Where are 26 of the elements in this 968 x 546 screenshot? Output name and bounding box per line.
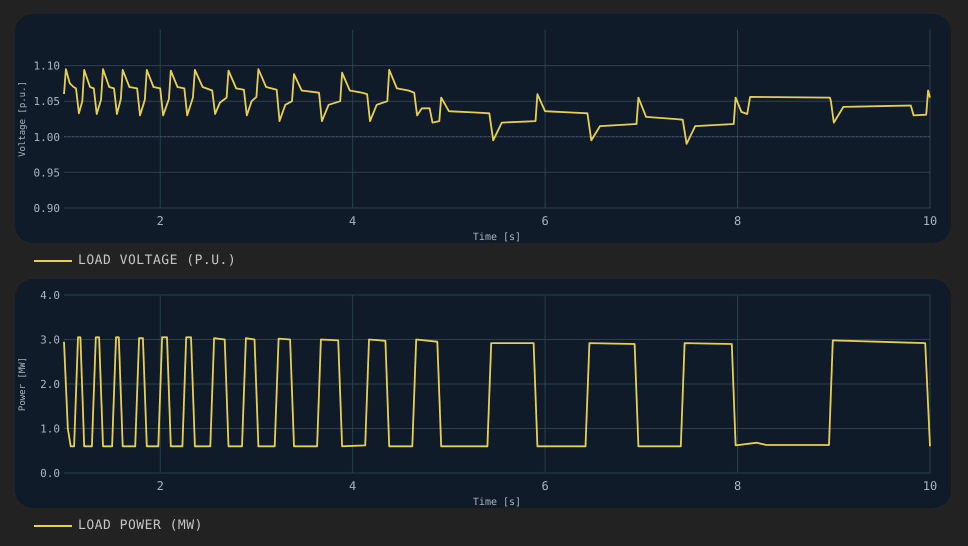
axis-tick-label: 0.95 [34, 166, 60, 180]
axis-tick-label: 8 [734, 479, 742, 493]
axis-tick-label: 8 [734, 214, 742, 228]
axis-title: Time [s] [472, 497, 522, 508]
axis-tick-label: 1.00 [34, 130, 60, 144]
legend-label: LOAD POWER (MW) [78, 517, 203, 536]
axis-tick-label: 10 [922, 479, 938, 493]
axis-tick-label: 2 [156, 479, 164, 493]
axis-title: Time [s] [472, 232, 522, 243]
axis-tick-label: 0.0 [40, 467, 60, 480]
axis-tick-label: 1.10 [34, 60, 60, 73]
axis-tick-label: 4.0 [40, 289, 60, 302]
axis-tick-label: 2 [156, 214, 164, 228]
axis-tick-label: 1.05 [34, 95, 60, 108]
axis-tick-label: 4 [349, 214, 356, 228]
axis-title: Power [MW] [18, 356, 28, 412]
axis-title: Voltage [p.u.] [18, 81, 28, 157]
axis-tick-label: 0.90 [34, 202, 60, 215]
axis-tick-label: 1.0 [40, 422, 60, 436]
axis-tick-label: 6 [542, 479, 549, 493]
axis-tick-label: 3.0 [40, 334, 60, 346]
legend-label: LOAD VOLTAGE (P.U.) [78, 252, 236, 270]
axis-tick-label: 4 [349, 479, 356, 493]
axis-tick-label: 2.0 [40, 378, 60, 391]
axis-tick-label: 6 [542, 214, 549, 228]
axis-tick-label: 10 [922, 214, 938, 228]
